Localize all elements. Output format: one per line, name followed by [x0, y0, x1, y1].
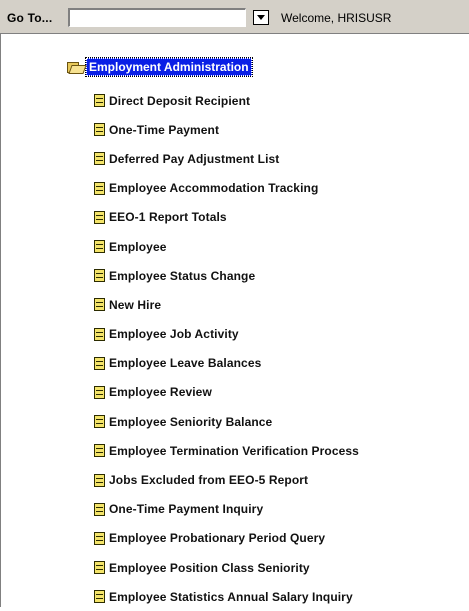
goto-input[interactable]: [68, 8, 246, 27]
navigation-tree: Employment Administration Direct Deposit…: [0, 34, 469, 607]
tree-item-label[interactable]: One-Time Payment Inquiry: [109, 502, 263, 516]
tree-item-label[interactable]: Employee: [109, 240, 167, 254]
tree-item[interactable]: New Hire: [94, 290, 359, 319]
document-icon: [94, 444, 105, 458]
document-icon: [94, 473, 105, 487]
tree-root-employment-administration[interactable]: Employment Administration: [67, 57, 253, 77]
tree-item-label[interactable]: Employee Job Activity: [109, 327, 239, 341]
tree-root-label[interactable]: Employment Administration: [85, 57, 253, 77]
tree-item[interactable]: Employee Probationary Period Query: [94, 524, 359, 553]
tree-item[interactable]: Direct Deposit Recipient: [94, 86, 359, 115]
document-icon: [94, 502, 105, 516]
tree-item-label[interactable]: EEO-1 Report Totals: [109, 210, 227, 224]
tree-item-label[interactable]: Employee Leave Balances: [109, 356, 261, 370]
tree-item-label[interactable]: Employee Accommodation Tracking: [109, 181, 318, 195]
tree-item-list: Direct Deposit Recipient One-Time Payment…: [94, 86, 359, 611]
document-icon: [94, 152, 105, 166]
tree-item-label[interactable]: Deferred Pay Adjustment List: [109, 152, 279, 166]
document-icon: [94, 123, 105, 137]
tree-item-label[interactable]: Employee Termination Verification Proces…: [109, 444, 359, 458]
tree-item[interactable]: One-Time Payment Inquiry: [94, 495, 359, 524]
tree-item-label[interactable]: Employee Position Class Seniority: [109, 561, 310, 575]
tree-item-label[interactable]: New Hire: [109, 298, 161, 312]
document-icon: [94, 415, 105, 429]
tree-item[interactable]: Employee Job Activity: [94, 320, 359, 349]
tree-item[interactable]: One-Time Payment: [94, 115, 359, 144]
tree-item-label[interactable]: Employee Status Change: [109, 269, 255, 283]
goto-label: Go To...: [7, 11, 53, 25]
tree-item-label[interactable]: Employee Probationary Period Query: [109, 531, 325, 545]
document-icon: [94, 94, 105, 108]
tree-item[interactable]: Employee: [94, 232, 359, 261]
tree-item[interactable]: Employee Status Change: [94, 261, 359, 290]
tree-item-label[interactable]: Employee Statistics Annual Salary Inquir…: [109, 590, 353, 604]
document-icon: [94, 356, 105, 370]
document-icon: [94, 269, 105, 283]
welcome-text: Welcome, HRISUSR: [281, 11, 392, 25]
tree-item-label[interactable]: Employee Review: [109, 385, 212, 399]
document-icon: [94, 531, 105, 545]
tree-item[interactable]: Deferred Pay Adjustment List: [94, 144, 359, 173]
tree-item-label[interactable]: Employee Seniority Balance: [109, 415, 272, 429]
tree-item-label[interactable]: One-Time Payment: [109, 123, 219, 137]
tree-item[interactable]: Employee Accommodation Tracking: [94, 174, 359, 203]
toolbar: Go To... Welcome, HRISUSR: [0, 0, 469, 34]
document-icon: [94, 327, 105, 341]
document-icon: [94, 561, 105, 575]
tree-item[interactable]: Jobs Excluded from EEO-5 Report: [94, 465, 359, 494]
document-icon: [94, 210, 105, 224]
tree-item[interactable]: Employee Seniority Balance: [94, 407, 359, 436]
document-icon: [94, 298, 105, 312]
tree-item[interactable]: Employee Leave Balances: [94, 349, 359, 378]
document-icon: [94, 385, 105, 399]
document-icon: [94, 240, 105, 254]
folder-open-icon: [67, 61, 87, 74]
tree-item[interactable]: Employee Review: [94, 378, 359, 407]
tree-item[interactable]: Employee Termination Verification Proces…: [94, 436, 359, 465]
tree-item[interactable]: Employee Position Class Seniority: [94, 553, 359, 582]
tree-item-label[interactable]: Direct Deposit Recipient: [109, 94, 250, 108]
goto-dropdown-button[interactable]: [253, 10, 269, 25]
tree-item[interactable]: EEO-1 Report Totals: [94, 203, 359, 232]
document-icon: [94, 590, 105, 604]
tree-item-label[interactable]: Jobs Excluded from EEO-5 Report: [109, 473, 308, 487]
chevron-down-icon: [257, 15, 265, 20]
document-icon: [94, 181, 105, 195]
